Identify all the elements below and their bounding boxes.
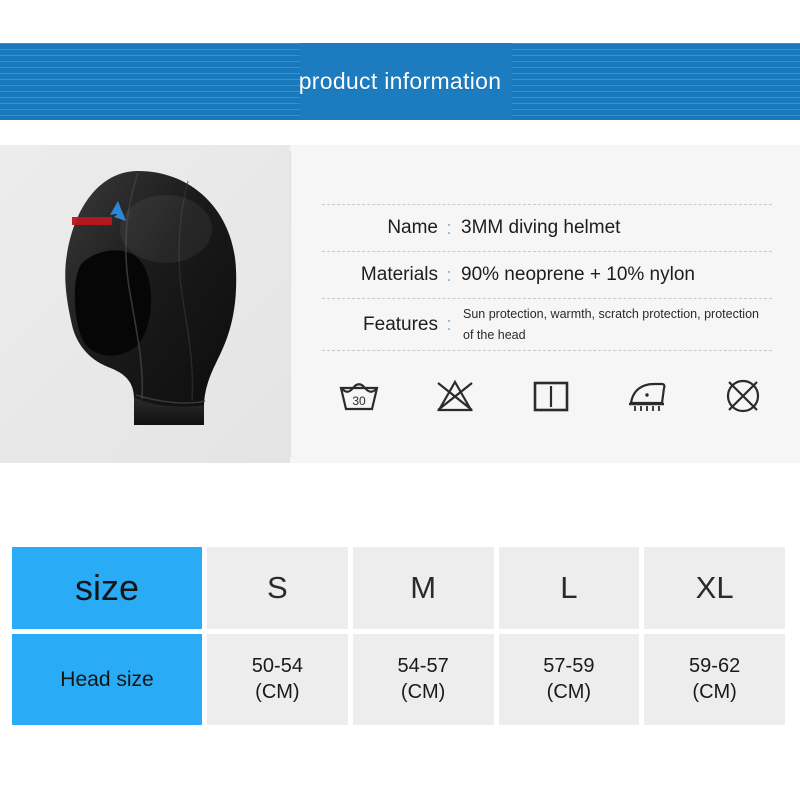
spec-value-features: Sun protection, warmth, scratch protecti…: [463, 307, 759, 342]
headsize-value: 57-59 (CM): [543, 654, 595, 703]
banner-title: product information: [298, 68, 502, 94]
wash-temp-label: 30: [352, 394, 366, 408]
drip-dry-icon: [523, 373, 579, 419]
size-chart-cell-s: S: [207, 547, 348, 629]
size-chart-headsize-xl: 59-62 (CM): [644, 634, 785, 725]
size-chart-table: size S M L XL Head size 50-54 (CM) 54-57…: [12, 547, 785, 725]
headsize-value: 54-57 (CM): [397, 654, 449, 703]
size-chart-header-row: size S M L XL: [12, 547, 785, 629]
steam-iron-icon: [619, 373, 675, 419]
headsize-value: 59-62 (CM): [689, 654, 741, 703]
spec-colon: :: [446, 314, 452, 334]
size-chart-cell-xl: XL: [644, 547, 785, 629]
size-chart-cell-m: M: [352, 547, 494, 629]
diving-hood-image: [38, 167, 253, 442]
spec-label-materials: Materials: [360, 264, 438, 285]
headsize-value: 50-54 (CM): [251, 654, 303, 703]
spec-row-features: Features : Sun protection, warmth, scrat…: [322, 298, 772, 351]
spec-colon: :: [446, 217, 452, 238]
size-chart-headsize-s: 50-54 (CM): [207, 634, 348, 725]
product-photo-pane: [0, 145, 290, 463]
spec-list: Name : 3MM diving helmet Materials : 90%…: [322, 204, 772, 351]
do-not-bleach-icon: [427, 373, 483, 419]
spec-row-materials: Materials : 90% neoprene + 10% nylon: [322, 251, 772, 298]
product-information-banner: product information: [0, 43, 800, 120]
spec-label-features: Features: [363, 313, 438, 335]
size-chart-cell-l: L: [498, 547, 640, 629]
product-info-panel: Name : 3MM diving helmet Materials : 90%…: [0, 145, 800, 463]
spec-value-name: 3MM diving helmet: [461, 217, 621, 238]
product-spec-pane: Name : 3MM diving helmet Materials : 90%…: [291, 145, 800, 463]
size-chart-row-label-head-size: Head size: [12, 634, 202, 725]
wash-30-icon: 30: [331, 373, 387, 419]
care-instruction-icons: 30: [331, 373, 771, 419]
size-chart-row-label-size: size: [12, 547, 202, 629]
spec-value-materials: 90% neoprene + 10% nylon: [461, 264, 695, 285]
spec-row-name: Name : 3MM diving helmet: [322, 204, 772, 251]
size-chart-headsize-l: 57-59 (CM): [498, 634, 640, 725]
do-not-tumble-dry-icon: [715, 373, 771, 419]
spec-label-name: Name: [387, 217, 438, 238]
size-chart-headsize-row: Head size 50-54 (CM) 54-57 (CM) 57-59 (C…: [12, 634, 785, 725]
size-chart-headsize-m: 54-57 (CM): [352, 634, 494, 725]
spec-colon: :: [446, 264, 452, 285]
